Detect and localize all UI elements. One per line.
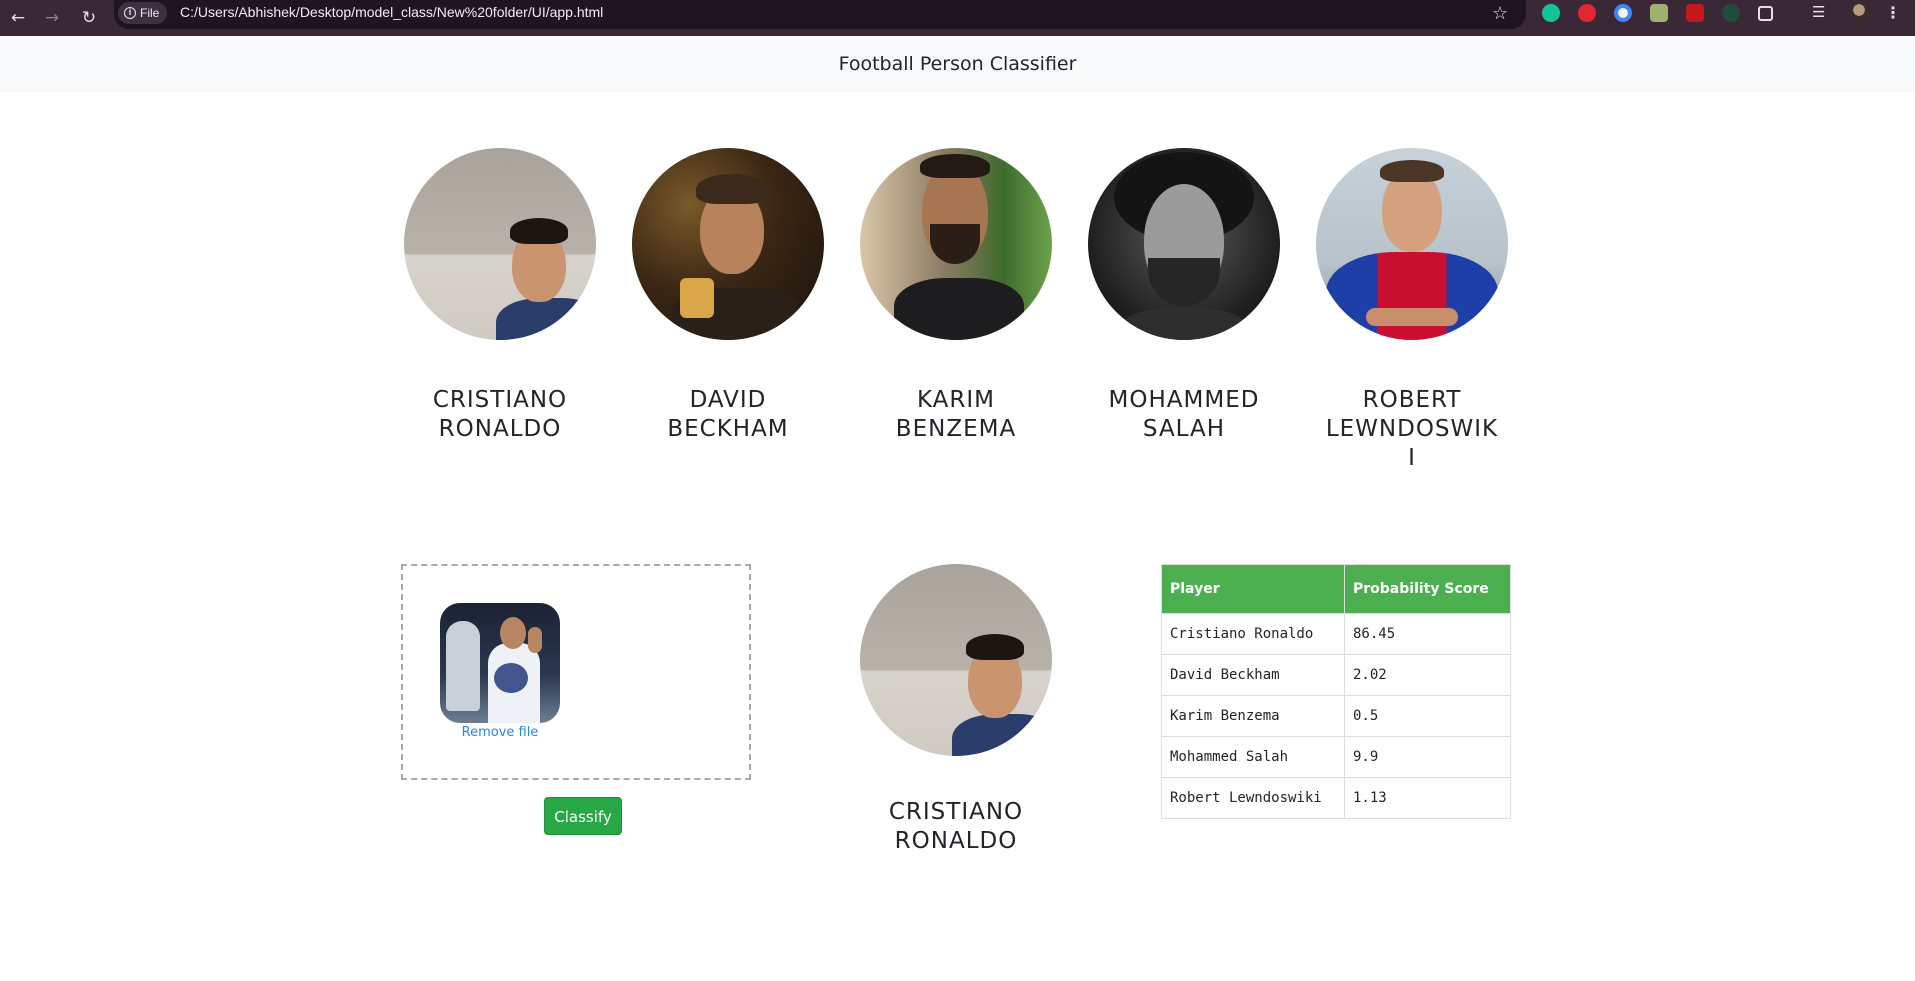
address-url[interactable]: C:/Users/Abhishek/Desktop/model_class/Ne… — [180, 4, 603, 20]
player-card-benzema: KARIM BENZEMA — [860, 148, 1052, 444]
player-cell: David Beckham — [1161, 654, 1345, 696]
back-icon[interactable]: ← — [6, 6, 30, 30]
table-row: Karim Benzema 0.5 — [1161, 695, 1511, 737]
site-info-chip[interactable]: i File — [118, 2, 168, 24]
player-name: DAVID BECKHAM — [667, 387, 789, 442]
dark-extension-icon[interactable] — [1722, 4, 1740, 22]
player-photo-ronaldo — [404, 148, 596, 340]
remove-file-link[interactable]: Remove file — [440, 725, 560, 740]
player-card-beckham: DAVID BECKHAM — [632, 148, 824, 444]
table-row: Cristiano Ronaldo 86.45 — [1161, 613, 1511, 655]
score-cell: 1.13 — [1344, 777, 1511, 819]
extensions-puzzle-icon[interactable] — [1758, 6, 1773, 21]
player-card-lewandowski: ROBERT LEWNDOSWIKI — [1316, 148, 1508, 473]
player-name: CRISTIANO RONALDO — [432, 387, 568, 442]
image-extension-icon[interactable] — [1650, 4, 1668, 22]
reload-icon[interactable]: ↻ — [77, 6, 101, 30]
column-header-player: Player — [1161, 564, 1345, 614]
profile-avatar[interactable] — [1849, 3, 1869, 23]
player-photo-benzema — [860, 148, 1052, 340]
table-header-row: Player Probability Score — [1161, 564, 1511, 614]
grammarly-extension-icon[interactable] — [1542, 4, 1560, 22]
upload-dropzone[interactable]: Remove file — [401, 564, 751, 780]
score-cell: 0.5 — [1344, 695, 1511, 737]
page-title: Football Person Classifier — [838, 53, 1077, 75]
site-chip-label: File — [140, 6, 160, 20]
classify-button[interactable]: Classify — [544, 797, 622, 835]
player-cell: Mohammed Salah — [1161, 736, 1345, 778]
chrome-extension-icon[interactable] — [1614, 4, 1632, 22]
video-extension-icon[interactable] — [1686, 4, 1704, 22]
table-row: Mohammed Salah 9.9 — [1161, 736, 1511, 778]
score-cell: 86.45 — [1344, 613, 1511, 655]
probability-table: Player Probability Score Cristiano Ronal… — [1161, 564, 1511, 819]
result-player-name: CRISTIANO RONALDO — [888, 799, 1024, 854]
table-row: Robert Lewndoswiki 1.13 — [1161, 777, 1511, 819]
column-header-probability: Probability Score — [1344, 564, 1511, 614]
bookmark-star-icon[interactable]: ☆ — [1492, 3, 1508, 24]
player-photo-beckham — [632, 148, 824, 340]
score-cell: 2.02 — [1344, 654, 1511, 696]
player-card-salah: MOHAMMED SALAH — [1088, 148, 1280, 444]
result-player-photo — [860, 564, 1052, 756]
player-name: ROBERT LEWNDOSWIKI — [1325, 387, 1499, 471]
player-photo-lewandowski — [1316, 148, 1508, 340]
player-cell: Robert Lewndoswiki — [1161, 777, 1345, 819]
table-row: David Beckham 2.02 — [1161, 654, 1511, 696]
player-cell: Cristiano Ronaldo — [1161, 613, 1345, 655]
info-icon: i — [124, 7, 136, 19]
page-navbar: Football Person Classifier — [0, 36, 1915, 92]
menu-kebab-icon[interactable]: ⋮ — [1885, 3, 1901, 22]
player-cell: Karim Benzema — [1161, 695, 1345, 737]
score-cell: 9.9 — [1344, 736, 1511, 778]
player-name: MOHAMMED SALAH — [1108, 387, 1260, 442]
browser-toolbar: ← → ↻ i File C:/Users/Abhishek/Desktop/m… — [0, 0, 1915, 36]
uploaded-image-thumbnail — [440, 603, 560, 723]
player-card-ronaldo: CRISTIANO RONALDO — [404, 148, 596, 444]
forward-icon[interactable]: → — [40, 6, 64, 30]
red-extension-icon[interactable] — [1578, 4, 1596, 22]
player-photo-salah — [1088, 148, 1280, 340]
player-name: KARIM BENZEMA — [895, 387, 1017, 442]
result-card: CRISTIANO RONALDO — [860, 564, 1052, 856]
reading-list-icon[interactable]: ☰ — [1812, 3, 1830, 21]
